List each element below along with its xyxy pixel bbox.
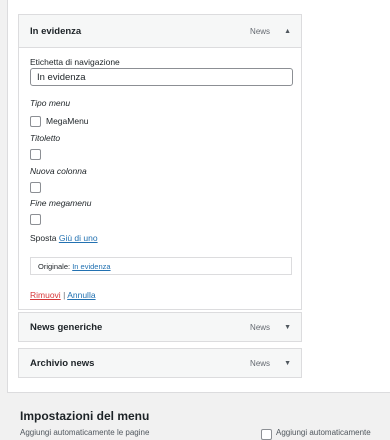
remove-link[interactable]: Rimuovi	[30, 290, 61, 300]
menu-item-in-evidenza: In evidenza News ▲ Etichetta di navigazi…	[18, 14, 302, 310]
end-megamenu-checkbox[interactable]	[30, 214, 41, 225]
menu-item-type: News	[250, 358, 271, 368]
end-megamenu-caption: Fine megamenu	[30, 198, 92, 208]
menu-item-handle[interactable]: News generiche News ▼	[19, 313, 301, 341]
menu-item-title: In evidenza	[30, 25, 82, 37]
subtitle-checkbox[interactable]	[30, 149, 41, 160]
menu-item-type: News	[250, 322, 271, 332]
megamenu-label: MegaMenu	[46, 116, 89, 126]
expand-arrow-icon[interactable]: ▼	[284, 324, 291, 331]
cancel-link[interactable]: Annulla	[67, 290, 95, 300]
menu-item-type: News	[250, 26, 271, 36]
original-link[interactable]: In evidenza	[72, 262, 110, 271]
move-down-link[interactable]: Giù di uno	[59, 233, 98, 243]
move-caption: Sposta Giù di uno	[30, 233, 98, 243]
left-gutter	[0, 0, 7, 392]
auto-add-pages-checkbox-label: Aggiungi automaticamente	[276, 428, 371, 437]
move-label: Sposta	[30, 233, 57, 243]
megamenu-checkbox[interactable]	[30, 116, 41, 127]
auto-add-pages-label: Aggiungi automaticamente le pagine	[20, 428, 150, 437]
menu-type-caption: Tipo menu	[30, 98, 71, 108]
item-actions: Rimuovi | Annulla	[30, 290, 96, 300]
action-separator: |	[63, 290, 66, 300]
menu-item-title: Archivio news	[30, 357, 95, 369]
menu-item-handle[interactable]: In evidenza News ▲	[19, 15, 301, 48]
expand-arrow-icon[interactable]: ▼	[284, 360, 291, 367]
nav-label-caption: Etichetta di navigazione	[30, 57, 120, 67]
original-box: Originale: In evidenza	[30, 257, 292, 275]
menu-item-handle[interactable]: Archivio news News ▼	[19, 349, 301, 377]
menu-item-news-generiche[interactable]: News generiche News ▼	[18, 312, 302, 342]
menu-item-title: News generiche	[30, 321, 103, 333]
menu-item-archivio-news[interactable]: Archivio news News ▼	[18, 348, 302, 378]
collapse-arrow-icon[interactable]: ▲	[284, 28, 291, 35]
subtitle-caption: Titoletto	[30, 133, 61, 143]
new-column-caption: Nuova colonna	[30, 166, 87, 176]
new-column-checkbox[interactable]	[30, 182, 41, 193]
menu-settings-heading: Impostazioni del menu	[20, 409, 150, 423]
section-divider	[7, 392, 390, 393]
nav-label-input[interactable]	[30, 68, 293, 86]
original-label: Originale:	[38, 262, 71, 271]
auto-add-pages-checkbox[interactable]	[261, 429, 272, 440]
